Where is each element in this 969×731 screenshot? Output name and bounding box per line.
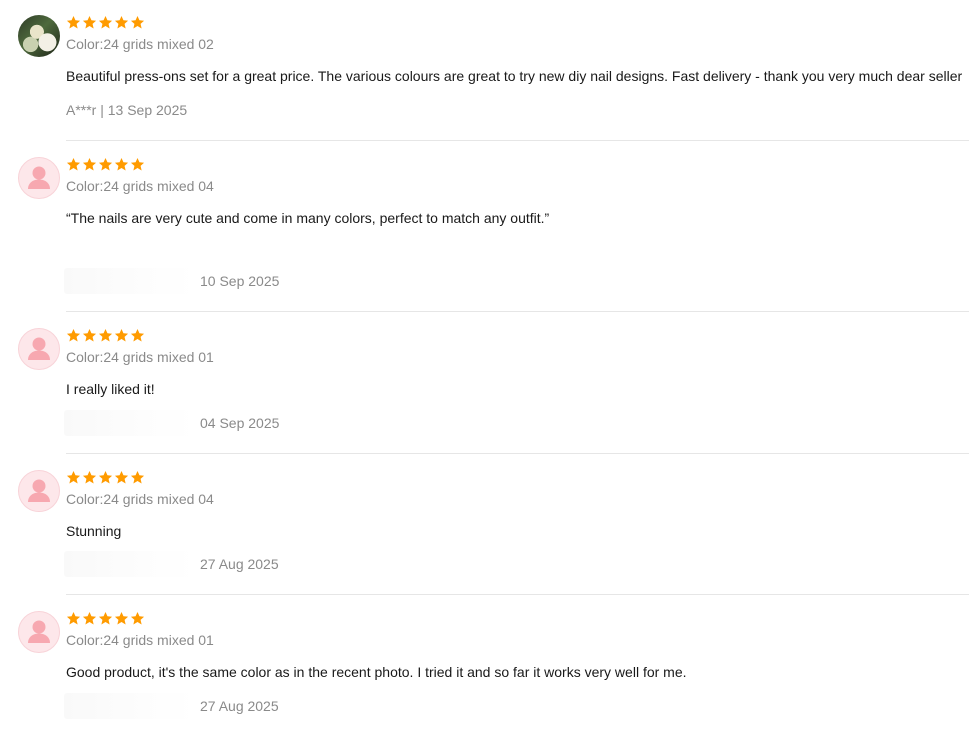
star-icon (98, 328, 113, 342)
star-icon (82, 157, 97, 171)
star-icon (98, 15, 113, 29)
star-icon (114, 470, 129, 484)
star-icon (82, 15, 97, 29)
star-icon (130, 15, 145, 29)
review-text: Beautiful press-ons set for a great pric… (66, 68, 963, 84)
star-icon (114, 611, 129, 625)
review-text: Stunning (66, 523, 122, 539)
blurred-username (64, 551, 196, 577)
review-date: 04 Sep 2025 (200, 415, 280, 431)
review-date: 27 Aug 2025 (200, 556, 279, 572)
review-text: “The nails are very cute and come in man… (66, 210, 550, 226)
review-text: I really liked it! (66, 381, 155, 397)
review-variant: Color:24 grids mixed 04 (66, 491, 214, 507)
review-divider (66, 594, 969, 595)
star-rating (66, 470, 145, 485)
star-icon (130, 157, 145, 171)
star-rating (66, 15, 145, 30)
review-divider (66, 311, 969, 312)
star-icon (66, 15, 81, 29)
review-variant: Color:24 grids mixed 02 (66, 36, 214, 52)
review-meta: A***r | 13 Sep 2025 (66, 102, 188, 118)
star-icon (98, 470, 113, 484)
star-rating (66, 157, 145, 172)
star-icon (130, 470, 145, 484)
default-avatar-icon (18, 470, 60, 512)
star-rating (66, 328, 145, 343)
star-icon (98, 157, 113, 171)
reviewer-avatar (18, 15, 60, 57)
star-icon (66, 157, 81, 171)
review-variant: Color:24 grids mixed 01 (66, 632, 214, 648)
default-avatar-icon (18, 157, 60, 199)
blurred-username (64, 268, 196, 294)
star-icon (66, 611, 81, 625)
review-variant: Color:24 grids mixed 01 (66, 349, 214, 365)
star-icon (82, 611, 97, 625)
reviews-list: Color:24 grids mixed 02 Beautiful press-… (0, 0, 969, 731)
star-icon (130, 611, 145, 625)
review-variant: Color:24 grids mixed 04 (66, 178, 214, 194)
star-icon (82, 470, 97, 484)
star-icon (82, 328, 97, 342)
star-icon (114, 328, 129, 342)
review-date: 27 Aug 2025 (200, 698, 279, 714)
blurred-username (64, 693, 196, 719)
blurred-username (64, 410, 196, 436)
review-date: 10 Sep 2025 (200, 273, 280, 289)
review-divider (66, 140, 969, 141)
star-icon (98, 611, 113, 625)
star-icon (66, 470, 81, 484)
star-icon (66, 328, 81, 342)
default-avatar-icon (18, 328, 60, 370)
star-icon (114, 157, 129, 171)
star-icon (130, 328, 145, 342)
default-avatar-icon (18, 611, 60, 653)
review-divider (66, 453, 969, 454)
star-rating (66, 611, 145, 626)
review-text: Good product, it's the same color as in … (66, 664, 687, 680)
star-icon (114, 15, 129, 29)
